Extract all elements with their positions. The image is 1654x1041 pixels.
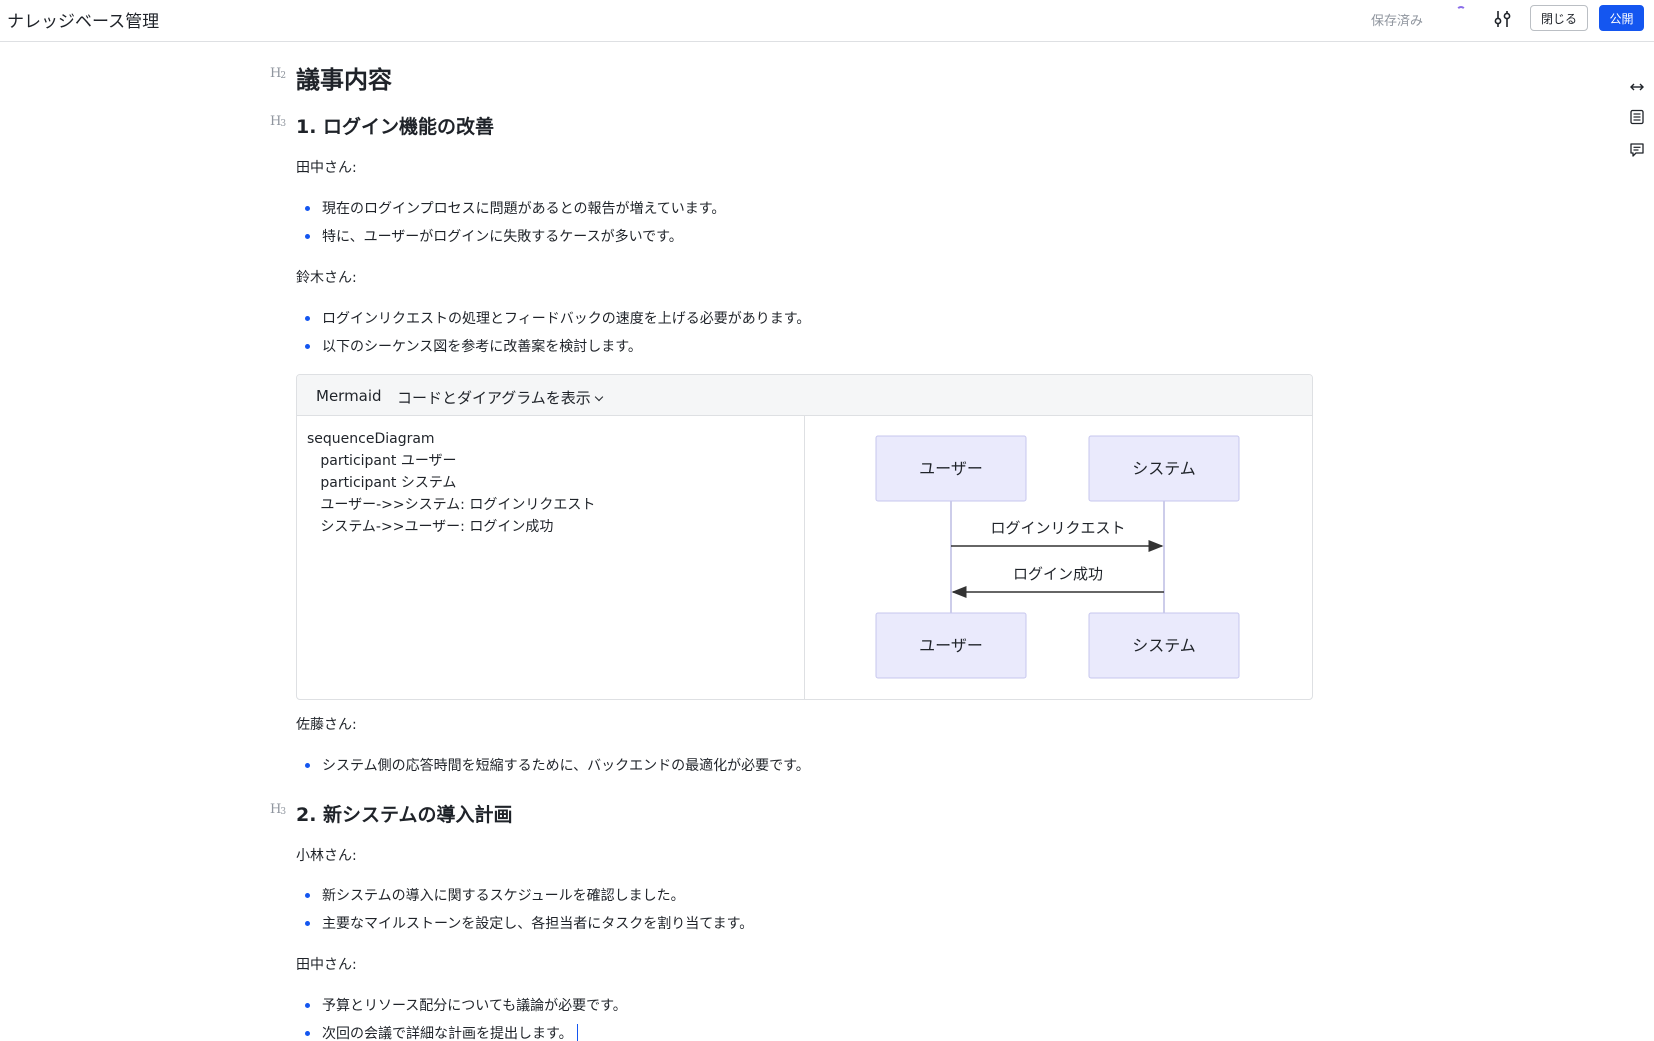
list-item: 新システムの導入に関するスケジュールを確認しました。 [296, 885, 685, 905]
mermaid-code-editor[interactable]: sequenceDiagram participant ユーザー partici… [297, 416, 805, 699]
app-title: ナレッジベース管理 [7, 12, 160, 32]
code-line: sequenceDiagram [307, 431, 435, 447]
participant-label-user-top: ユーザー [919, 459, 983, 478]
speaker-label: 佐藤さん: [296, 717, 357, 733]
mermaid-header: Mermaid コードとダイアグラムを表示 [297, 375, 1312, 416]
heading-level-marker[interactable]: H2 [270, 66, 286, 81]
text-cursor [576, 1024, 578, 1041]
close-button[interactable]: 閉じる [1530, 5, 1588, 31]
message-label-1: ログインリクエスト [990, 519, 1125, 537]
list-item: 現在のログインプロセスに問題があるとの報告が増えています。 [296, 198, 725, 218]
list-item: 特に、ユーザーがログインに失敗するケースが多いです。 [296, 226, 683, 246]
list-item: ログインリクエストの処理とフィードバックの速度を上げる必要があります。 [296, 308, 810, 328]
document-body: H2 議事内容 H3 1. ログイン機能の改善 田中さん: 現在のログインプロセ… [0, 42, 1654, 1041]
speaker-label: 鈴木さん: [296, 270, 357, 286]
chevron-down-icon [594, 392, 604, 402]
list-item-text: 次回の会議で詳細な計画を提出します。 [322, 1026, 573, 1041]
top-bar: ナレッジベース管理 保存済み 閉じる 公開 [0, 0, 1654, 42]
code-line: ユーザー->>システム: ログインリクエスト [307, 497, 596, 513]
sequence-diagram: ユーザー システム ログインリクエスト ログイン成功 ユーザー システム [806, 416, 1312, 699]
publish-button[interactable]: 公開 [1599, 5, 1644, 31]
mermaid-language-label[interactable]: Mermaid [316, 387, 382, 405]
view-mode-dropdown[interactable]: コードとダイアグラムを表示 [397, 387, 604, 408]
message-label-2: ログイン成功 [1013, 565, 1103, 583]
list-item: システム側の応答時間を短縮するために、バックエンドの最適化が必要です。 [296, 755, 810, 775]
participant-label-system-bottom: システム [1132, 636, 1196, 655]
code-line: participant ユーザー [307, 453, 457, 469]
save-status: 保存済み [1371, 14, 1424, 29]
list-item: 以下のシーケンス図を参考に改善案を検討します。 [296, 336, 642, 356]
loading-spinner-icon [1456, 6, 1466, 16]
heading-3: 1. ログイン機能の改善 [296, 116, 495, 138]
list-item: 予算とリソース配分についても議論が必要です。 [296, 995, 627, 1015]
mermaid-block: Mermaid コードとダイアグラムを表示 sequenceDiagram pa… [296, 374, 1313, 700]
heading-level-marker[interactable]: H3 [270, 114, 286, 129]
sliders-icon[interactable] [1492, 8, 1514, 30]
participant-label-user-bottom: ユーザー [919, 636, 983, 655]
heading-level-marker[interactable]: H3 [270, 802, 286, 817]
view-mode-label: コードとダイアグラムを表示 [397, 389, 591, 407]
heading-2: 議事内容 [296, 66, 392, 94]
speaker-label: 田中さん: [296, 160, 357, 176]
participant-label-system-top: システム [1132, 459, 1196, 478]
code-line: システム->>ユーザー: ログイン成功 [307, 519, 554, 535]
speaker-label: 田中さん: [296, 957, 357, 973]
code-line: participant システム [307, 475, 457, 491]
list-item: 主要なマイルストーンを設定し、各担当者にタスクを割り当てます。 [296, 913, 753, 933]
heading-3: 2. 新システムの導入計画 [296, 804, 513, 826]
list-item[interactable]: 次回の会議で詳細な計画を提出します。 [296, 1023, 578, 1041]
speaker-label: 小林さん: [296, 848, 357, 864]
